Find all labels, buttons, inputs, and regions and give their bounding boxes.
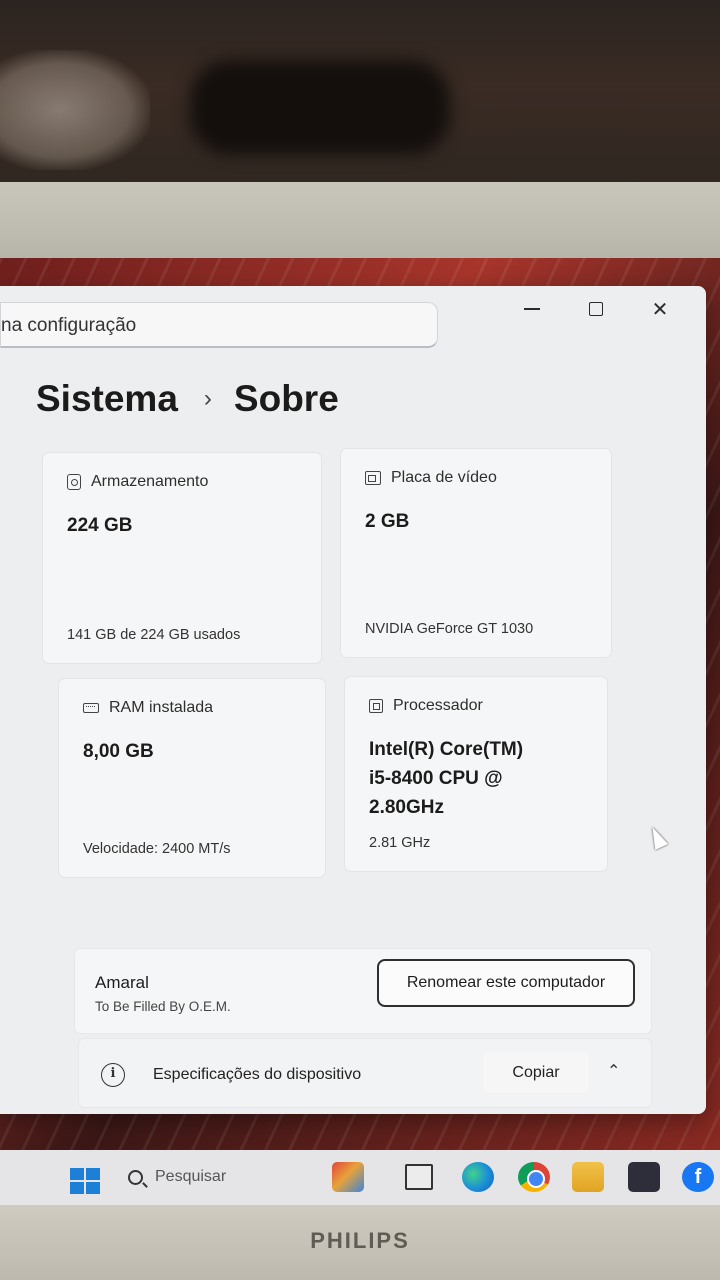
- edge-browser-icon[interactable]: [462, 1162, 494, 1192]
- ram-card-title: RAM instalada: [109, 699, 214, 716]
- gpu-card-title: Placa de vídeo: [391, 469, 497, 486]
- processor-icon: [369, 699, 383, 713]
- ram-card[interactable]: RAM instalada 8,00 GB Velocidade: 2400 M…: [58, 678, 326, 878]
- taskbar-search-placeholder: Pesquisar: [155, 1168, 227, 1185]
- settings-window: na configuração ✕ Sistema › Sobre Armaze…: [0, 286, 706, 1114]
- graphics-card-icon: [365, 471, 381, 485]
- settings-search-input[interactable]: na configuração: [0, 302, 438, 348]
- device-specifications-header[interactable]: i Especificações do dispositivo Copiar ⌃: [78, 1038, 652, 1108]
- ram-card-footer: Velocidade: 2400 MT/s: [83, 841, 231, 857]
- hard-drive-icon: [67, 474, 81, 490]
- copy-button[interactable]: Copiar: [483, 1053, 589, 1093]
- minimize-icon: [524, 308, 540, 310]
- task-view-icon[interactable]: [405, 1164, 433, 1190]
- close-icon: ✕: [651, 298, 669, 321]
- facebook-icon[interactable]: f: [682, 1162, 714, 1192]
- device-name: Amaral: [95, 973, 149, 992]
- gpu-card-footer: NVIDIA GeForce GT 1030: [365, 621, 534, 637]
- maximize-button[interactable]: [564, 294, 628, 324]
- taskbar: Pesquisar f: [0, 1150, 720, 1206]
- cpu-card-footer: 2.81 GHz: [369, 835, 431, 851]
- rename-computer-button[interactable]: Renomear este computador: [377, 959, 635, 1007]
- device-oem-model: To Be Filled By O.E.M.: [95, 999, 231, 1014]
- cpu-name-line: Intel(R) Core(TM): [369, 739, 524, 760]
- cpu-name-line: i5-8400 CPU @: [369, 768, 503, 789]
- cpu-card[interactable]: Processador Intel(R) Core(TM) i5-8400 CP…: [344, 676, 608, 872]
- memory-icon: [83, 703, 99, 713]
- storage-card[interactable]: Armazenamento 224 GB 141 GB de 224 GB us…: [42, 452, 322, 664]
- device-name-section: Amaral To Be Filled By O.E.M. Renomear e…: [74, 948, 652, 1034]
- chrome-browser-icon[interactable]: [518, 1162, 550, 1192]
- storage-card-value: 224 GB: [67, 515, 133, 536]
- gpu-card-value: 2 GB: [365, 511, 410, 532]
- taskbar-search[interactable]: Pesquisar: [128, 1168, 226, 1186]
- widgets-icon[interactable]: [332, 1162, 364, 1192]
- media-app-icon[interactable]: [628, 1162, 660, 1192]
- maximize-icon: [589, 302, 603, 316]
- chevron-up-icon[interactable]: ⌃: [607, 1061, 620, 1081]
- file-explorer-icon[interactable]: [572, 1162, 604, 1192]
- window-controls: ✕: [500, 294, 692, 324]
- storage-card-title: Armazenamento: [91, 473, 209, 490]
- minimize-button[interactable]: [500, 294, 564, 324]
- ram-card-value: 8,00 GB: [83, 741, 154, 762]
- breadcrumb: Sistema › Sobre: [36, 378, 339, 420]
- page-title: Sobre: [233, 378, 339, 419]
- photo-sticker: [0, 50, 150, 170]
- breadcrumb-parent[interactable]: Sistema: [36, 378, 178, 420]
- windows-start-icon[interactable]: [70, 1168, 100, 1194]
- info-icon: i: [101, 1063, 125, 1087]
- storage-card-footer: 141 GB de 224 GB usados: [67, 627, 241, 643]
- cpu-card-title: Processador: [393, 697, 483, 714]
- gpu-card[interactable]: Placa de vídeo 2 GB NVIDIA GeForce GT 10…: [340, 448, 612, 658]
- chevron-right-icon: ›: [203, 385, 212, 412]
- device-specifications-label: Especificações do dispositivo: [153, 1066, 362, 1083]
- close-button[interactable]: ✕: [628, 294, 692, 324]
- monitor-bezel-top: [0, 182, 720, 260]
- cpu-card-value: Intel(R) Core(TM) i5-8400 CPU @ 2.80GHz: [369, 735, 583, 822]
- photo-blurred-area: [190, 60, 450, 155]
- cpu-name-line: 2.80GHz: [369, 797, 444, 818]
- settings-search-text: na configuração: [1, 315, 137, 336]
- monitor-brand-logo: PHILIPS: [310, 1228, 410, 1253]
- search-icon: [128, 1169, 143, 1185]
